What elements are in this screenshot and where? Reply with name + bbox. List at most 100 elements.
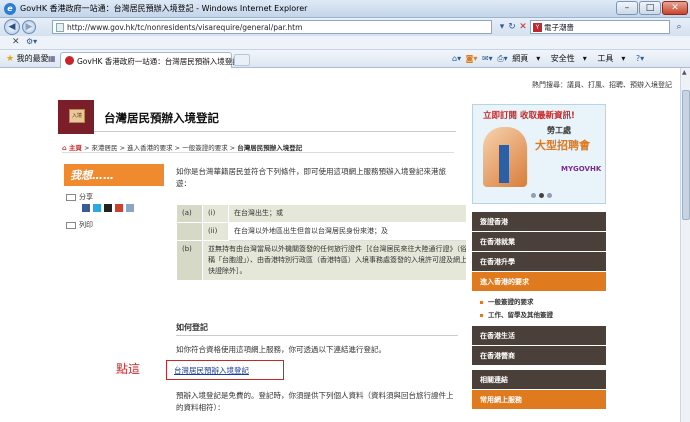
toolbar-options-icon[interactable]: ⚙▾ [26,37,37,46]
close-window-button[interactable]: ✕ [662,1,688,15]
job-fair-text: 大型招聘會 [535,139,590,152]
new-tab-button[interactable] [234,54,250,66]
favorites-button[interactable]: ★ 我的最愛 [6,53,49,64]
condition-label [176,222,203,241]
subscribe-text: 立即訂閱 收取最新資訊! [483,111,575,121]
labour-dept-text: 勞工處 [547,126,571,135]
back-button[interactable]: ◀ [4,19,20,35]
vertical-scrollbar[interactable]: ▲ [680,68,690,422]
breadcrumb-divider [62,152,454,153]
condition-label: (a) [176,204,203,223]
submenu-item-general[interactable]: 一般簽證的要求 [472,296,606,309]
condition-label: (b) [176,240,203,281]
tools-menu[interactable]: 工具 ▾ [597,53,625,64]
envelope-icon [66,193,76,201]
facebook-icon[interactable] [82,204,90,212]
search-box[interactable]: Y [530,20,670,34]
click-here-annotation: 點這 [116,362,141,376]
promo-banner[interactable]: 立即訂閱 收取最新資訊! 勞工處 大型招聘會 MYGOVHK [472,104,606,204]
safety-menu[interactable]: 安全性 ▾ [551,53,587,64]
quick-tabs-icon[interactable]: ▦ [48,54,58,64]
main-content: 入境 台灣居民預辦入境登記 ⌂ 主頁 > 來港居民 > 進入香港的要求 > 一般… [58,94,478,422]
tools-menu-label: 工具 [597,54,614,63]
scrollbar-thumb[interactable] [682,90,690,220]
breadcrumb: ⌂ 主頁 > 來港居民 > 進入香港的要求 > 一般簽證的要求 > 台灣居民預辦… [62,144,303,152]
govhk-favicon-icon [65,56,74,65]
search-input[interactable] [544,22,664,33]
print-link[interactable]: 列印 [66,220,93,230]
mail-icon[interactable]: ✉▾ [482,54,493,63]
breadcrumb-current: 台灣居民預辦入境登記 [237,144,303,152]
submenu-item-other-visas[interactable]: 工作、留學及其他簽證 [472,309,606,322]
minimize-button[interactable]: – [616,1,638,15]
menu-item-business[interactable]: 在香港營商 [472,346,606,366]
bullet-icon [480,300,483,304]
menu-item-study[interactable]: 在香港升學 [472,252,606,272]
google-icon[interactable] [115,204,123,212]
window-titlebar: e GovHK 香港政府一站通：台灣居民預辦入境登記 - Windows Int… [0,0,690,18]
page-menu[interactable]: 網頁 ▾ [512,53,540,64]
social-share-icons [82,204,137,214]
breadcrumb-item-general[interactable]: 一般簽證的要求 [182,144,228,152]
share-link[interactable]: 分享 [66,192,93,202]
my-tools-header: 我想…… [64,164,164,186]
tab-bar: ★ 我的最愛 ▦ GovHK 香港政府一站通：台灣居民預辦入境登記 ⌂▾ ◙▾ … [0,50,690,68]
help-icon[interactable]: ?▾ [636,54,644,63]
url-input[interactable] [67,22,487,33]
stop-icon[interactable]: ✕ [517,21,529,33]
carousel-dot[interactable] [547,193,552,198]
submenu-label: 工作、留學及其他簽證 [488,311,553,319]
page-icon [56,23,64,32]
search-icon[interactable]: ⌕ [672,21,686,33]
breadcrumb-item-entry[interactable]: 進入香港的要求 [127,144,173,152]
page-menu-label: 網頁 [512,54,529,63]
breadcrumb-item-nonresidents[interactable]: 來港居民 [92,144,118,152]
menu-item-online-services[interactable]: 常用網上服務 [472,390,606,410]
banner-figure-body-icon [499,145,509,183]
page-viewport: 熱門搜尋：議員、打風、招聘、預辦入境登記 入境 台灣居民預辦入境登記 ⌂ 主頁 … [0,68,680,422]
menu-item-entry-requirements[interactable]: 進入香港的要求 [472,272,606,292]
page-header: 入境 台灣居民預辦入境登記 [58,98,456,134]
mygovhk-text: MYGOVHK [561,165,602,173]
address-bar[interactable] [52,20,492,34]
address-toolbar: ◀ ▶ ▾ ↻ ✕ Y ⌕ [0,18,690,36]
twitter-icon[interactable] [93,204,101,212]
entry-stamp-icon: 入境 [69,109,85,123]
submenu-label: 一般簽證的要求 [488,298,534,306]
carousel-dot[interactable] [531,193,536,198]
close-toolbar-icon[interactable]: ✕ [12,37,20,47]
page-title: 台灣居民預辦入境登記 [104,111,219,125]
breadcrumb-home[interactable]: ⌂ 主頁 [62,144,82,152]
browser-tab[interactable]: GovHK 香港政府一站通：台灣居民預辦入境登記 [60,52,240,68]
apply-registration-link[interactable]: 台灣居民預辦入境登記 [174,365,249,376]
home-icon[interactable]: ⌂▾ [452,54,461,63]
condition-text: 在台灣以外地區出生但曾以台灣居民身份來港；及 [228,222,478,241]
hot-searches[interactable]: 熱門搜尋：議員、打風、招聘、預辦入境登記 [532,80,672,90]
forward-button[interactable]: ▶ [22,20,36,34]
bullet-icon [480,313,483,317]
menu-item-living[interactable]: 在香港生活 [472,326,606,346]
breadcrumb-home-label: 主頁 [68,144,82,152]
menu-item-related-links[interactable]: 相關連結 [472,370,606,390]
maximize-button[interactable]: □ [639,1,661,15]
menu-item-visa[interactable]: 簽證香港 [472,212,606,232]
scroll-up-icon[interactable]: ▲ [682,69,687,76]
safety-menu-label: 安全性 [550,54,575,63]
table-row: (a) (i) 在台灣出生；或 [176,204,478,223]
print-icon[interactable]: ⎙▾ [497,54,507,64]
side-menu: 簽證香港 在香港就業 在香港升學 進入香港的要求 一般簽證的要求 工作、留學及其… [472,212,606,410]
delicious-icon[interactable] [104,204,112,212]
right-column: 立即訂閱 收取最新資訊! 勞工處 大型招聘會 MYGOVHK 簽證香港 在香港就… [466,94,612,422]
eligibility-table: (a) (i) 在台灣出生；或 (ii) 在台灣以外地區出生但曾以台灣居民身份來… [176,204,478,281]
feeds-icon[interactable]: ◙▾ [466,54,478,63]
intro-text: 如你是台灣華籍居民並符合下列條件，即可使用這項網上服務預辦入境登記來港旅遊： [176,167,446,188]
favorites-label: 我的最愛 [16,54,49,63]
window-title: GovHK 香港政府一站通：台灣居民預辦入境登記 - Windows Inter… [20,4,308,13]
email-share-icon[interactable] [126,204,134,212]
page-top-strip: 熱門搜尋：議員、打風、招聘、預辦入境登記 [58,68,680,94]
menu-item-employment[interactable]: 在香港就業 [472,232,606,252]
carousel-dot[interactable] [539,193,544,198]
table-row: (ii) 在台灣以外地區出生但曾以台灣居民身份來港；及 [176,222,478,241]
ie-logo-icon: e [4,3,16,15]
tab-title: GovHK 香港政府一站通：台灣居民預辦入境登記 [77,57,240,66]
